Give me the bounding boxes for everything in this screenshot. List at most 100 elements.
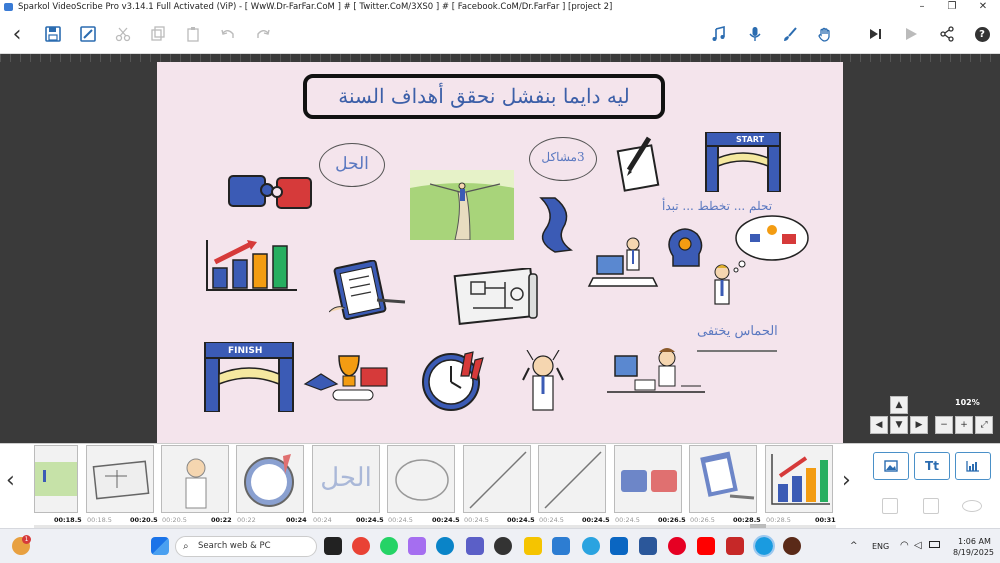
thumb-circle[interactable] — [387, 445, 455, 513]
puzzle-illustration[interactable] — [227, 170, 317, 212]
thumb-road[interactable] — [34, 445, 78, 513]
hand-icon[interactable] — [814, 22, 836, 46]
thumb-clipboard[interactable] — [689, 445, 757, 513]
thumb-puzzle[interactable] — [614, 445, 682, 513]
edge-icon[interactable] — [436, 537, 454, 555]
pan-up-button[interactable]: ▲ — [890, 396, 908, 414]
language-indicator[interactable]: ENG — [872, 542, 889, 551]
problems-label[interactable]: 3مشاكل — [529, 137, 597, 181]
task-view-icon[interactable] — [324, 537, 342, 555]
videoscribe-icon[interactable] — [753, 535, 775, 557]
thumb-solution[interactable]: الحل — [312, 445, 380, 513]
pan-right-button[interactable]: ▶ — [910, 416, 928, 434]
tray-overflow-icon[interactable]: ^ — [850, 541, 858, 551]
stage-title[interactable]: ليه دايما بنفشل نحقق أهداف السنة — [303, 74, 665, 119]
paste-icon[interactable] — [182, 22, 204, 46]
file-explorer-icon[interactable] — [524, 537, 542, 555]
brush-icon[interactable] — [779, 22, 801, 46]
filmstrip-left-arrow[interactable]: ‹ — [6, 468, 15, 493]
office-worker-illustration[interactable] — [587, 234, 659, 300]
thumb-panic[interactable] — [161, 445, 229, 513]
panic-man-illustration[interactable] — [521, 350, 567, 414]
clock-date[interactable]: 8/19/2025 — [953, 548, 994, 557]
thumb-plan[interactable] — [86, 445, 154, 513]
cut-icon[interactable] — [112, 22, 134, 46]
image-icon — [884, 460, 898, 472]
chatgpt-icon[interactable] — [494, 537, 512, 555]
save-as-icon[interactable] — [77, 22, 99, 46]
maximize-button[interactable]: ❐ — [937, 0, 967, 14]
paper-pencil-illustration[interactable] — [615, 136, 667, 194]
start-icon[interactable] — [151, 537, 169, 555]
play-from-icon[interactable] — [865, 22, 887, 46]
minimize-button[interactable]: – — [907, 0, 937, 14]
add-image-button[interactable] — [873, 452, 909, 480]
thumb-chart[interactable] — [765, 445, 833, 513]
filmstrip-right-arrow[interactable]: › — [842, 468, 851, 493]
share-icon[interactable] — [936, 22, 958, 46]
back-button[interactable]: ‹ — [6, 22, 28, 47]
main-toolbar: ‹ ? — [0, 14, 1000, 54]
pinterest-icon[interactable] — [668, 537, 686, 555]
save-icon[interactable] — [42, 22, 64, 46]
transition-icon[interactable] — [923, 498, 939, 514]
stressed-worker-illustration[interactable] — [605, 342, 715, 406]
taskbar: 1 ⌕ Search web & PC ^ ENG ◠ ◁ 1:06 AM 8/… — [0, 528, 1000, 563]
dream-plan-start-text[interactable]: تحلم ... تخطط ... تبدأ — [662, 199, 772, 213]
head-gear-illustration[interactable] — [665, 226, 707, 270]
chrome-icon[interactable] — [352, 537, 370, 555]
enthusiasm-fades-text[interactable]: الحماس يختفى — [697, 324, 778, 339]
volume-icon[interactable]: ◁ — [914, 540, 922, 551]
thumb-line-1[interactable] — [463, 445, 531, 513]
youtube-icon[interactable] — [697, 537, 715, 555]
copy-icon[interactable] — [147, 22, 169, 46]
teams-icon[interactable] — [466, 537, 484, 555]
pan-down-button[interactable]: ▼ — [890, 416, 908, 434]
add-chart-button[interactable] — [955, 452, 991, 480]
copilot-icon[interactable] — [408, 537, 426, 555]
media-player-icon[interactable] — [783, 537, 801, 555]
thumb-circle-start: 00:24.5 — [388, 516, 413, 524]
close-button[interactable]: ✕ — [968, 0, 998, 14]
word-icon[interactable] — [639, 537, 657, 555]
battery-icon[interactable] — [929, 541, 940, 548]
add-text-button[interactable]: Tt — [914, 452, 950, 480]
zoom-in-button[interactable]: + — [955, 416, 973, 434]
clipboard-illustration[interactable] — [329, 260, 409, 320]
thumb-plan-start: 00:18.5 — [87, 516, 112, 524]
zoom-in-icon: + — [960, 420, 968, 430]
wifi-icon[interactable]: ◠ — [900, 540, 909, 551]
bar-chart-illustration[interactable] — [203, 238, 299, 294]
search-box[interactable]: ⌕ Search web & PC — [175, 536, 317, 557]
clock-time[interactable]: 1:06 AM — [958, 537, 991, 546]
thumb-line-2[interactable] — [538, 445, 606, 513]
visibility-icon[interactable] — [962, 500, 982, 512]
canvas-area[interactable]: ليه دايما بنفشل نحقق أهداف السنة الحل 3م… — [0, 54, 1000, 443]
stage[interactable]: ليه دايما بنفشل نحقق أهداف السنة الحل 3م… — [157, 62, 843, 443]
road-illustration[interactable] — [410, 170, 514, 240]
thinking-man-illustration[interactable] — [707, 262, 737, 312]
solution-label[interactable]: الحل — [319, 143, 385, 187]
thought-bubble-illustration[interactable] — [730, 214, 810, 274]
store-icon[interactable] — [552, 537, 570, 555]
whatsapp-icon[interactable] — [380, 537, 398, 555]
undo-icon[interactable] — [217, 22, 239, 46]
trophy-group-illustration[interactable] — [303, 350, 391, 406]
recorder-icon[interactable] — [726, 537, 744, 555]
play-icon[interactable] — [900, 22, 922, 46]
fit-screen-button[interactable]: ⤢ — [975, 416, 993, 434]
zoom-out-button[interactable]: − — [935, 416, 953, 434]
linkedin-icon[interactable] — [610, 537, 628, 555]
microphone-icon[interactable] — [744, 22, 766, 46]
help-button[interactable]: ? — [971, 22, 993, 46]
scroll-illustration[interactable] — [535, 194, 579, 256]
zoom-out-icon: − — [940, 420, 948, 430]
element-properties-icon[interactable] — [882, 498, 898, 514]
pan-left-button[interactable]: ◀ — [870, 416, 888, 434]
music-icon[interactable] — [708, 22, 730, 46]
redo-icon[interactable] — [252, 22, 274, 46]
alarm-clock-illustration[interactable] — [419, 348, 485, 414]
blueprint-illustration[interactable] — [453, 268, 541, 326]
thumb-clock[interactable] — [236, 445, 304, 513]
telegram-icon[interactable] — [582, 537, 600, 555]
